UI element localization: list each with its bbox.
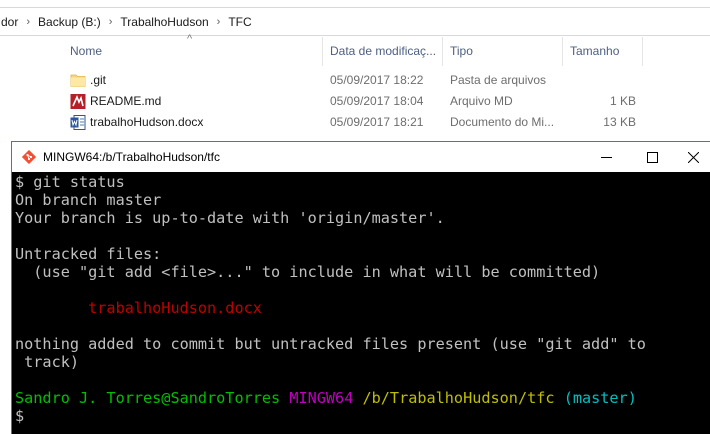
console-line-nothing-added: nothing added to commit but untracked fi…: [15, 335, 646, 353]
terminal-console[interactable]: $ git status On branch master Your branc…: [12, 172, 710, 434]
breadcrumb-item[interactable]: TFC: [225, 15, 254, 29]
window-title: MINGW64:/b/TrabalhoHudson/tfc: [43, 150, 220, 164]
column-divider[interactable]: [322, 37, 323, 66]
column-headers: ^ Nome Data de modificaç... Tipo Tamanho: [0, 33, 710, 66]
column-header-name[interactable]: Nome: [70, 37, 102, 66]
console-line-nothing-added-cont: track): [15, 353, 80, 371]
maximize-icon: [646, 151, 658, 163]
column-divider[interactable]: [642, 37, 643, 66]
file-name: README.md: [90, 94, 162, 108]
file-date: 05/09/2017 18:04: [330, 94, 424, 108]
file-type: Documento do Mi...: [450, 115, 555, 129]
console-line-command: $ git status: [15, 173, 125, 191]
close-button[interactable]: [675, 142, 710, 172]
file-size: 13 KB: [603, 115, 636, 129]
word-document-icon: [70, 115, 86, 130]
column-header-type[interactable]: Tipo: [450, 37, 473, 66]
file-row-docx[interactable]: trabalhoHudson.docx 05/09/2017 18:21 Doc…: [0, 112, 710, 133]
chevron-right-icon[interactable]: ›: [212, 16, 226, 28]
prompt-path: /b/TrabalhoHudson/tfc: [362, 389, 555, 407]
console-line-untracked-hint: (use "git add <file>..." to include in w…: [15, 263, 601, 281]
column-header-size[interactable]: Tamanho: [570, 37, 619, 66]
prompt-environment: MINGW64: [289, 389, 354, 407]
console-line-untracked-header: Untracked files:: [15, 245, 162, 263]
chevron-right-icon[interactable]: ›: [104, 16, 118, 28]
breadcrumb-item[interactable]: dor: [0, 15, 21, 29]
sort-ascending-icon: ^: [187, 33, 193, 45]
column-header-date[interactable]: Data de modificaç...: [330, 37, 436, 66]
maximize-button[interactable]: [629, 142, 675, 172]
md-file-icon: [70, 94, 86, 109]
address-bar[interactable]: dor › Backup (B:) › TrabalhoHudson › TFC: [0, 7, 710, 36]
file-row-readme[interactable]: README.md 05/09/2017 18:04 Arquivo MD 1 …: [0, 91, 710, 112]
prompt-symbol: $: [15, 407, 25, 425]
console-line-untracked-file: trabalhoHudson.docx: [15, 299, 262, 317]
column-divider[interactable]: [562, 37, 563, 66]
file-name: trabalhoHudson.docx: [90, 115, 204, 129]
file-date: 05/09/2017 18:22: [330, 73, 424, 87]
console-line-uptodate: Your branch is up-to-date with 'origin/m…: [15, 209, 445, 227]
folder-icon: [70, 74, 86, 87]
file-type: Arquivo MD: [450, 94, 513, 108]
git-bash-window[interactable]: MINGW64:/b/TrabalhoHudson/tfc $ git stat…: [11, 141, 710, 434]
console-line-branch: On branch master: [15, 191, 162, 209]
breadcrumb-item[interactable]: TrabalhoHudson: [117, 15, 211, 29]
file-size: 1 KB: [609, 94, 636, 108]
column-divider[interactable]: [442, 37, 443, 66]
console-prompt: Sandro J. Torres@SandroTorres MINGW64 /b…: [15, 389, 637, 407]
file-type: Pasta de arquivos: [450, 73, 547, 87]
file-name: .git: [90, 73, 107, 87]
file-row-git[interactable]: .git 05/09/2017 18:22 Pasta de arquivos: [0, 70, 710, 91]
breadcrumb-item[interactable]: Backup (B:): [35, 15, 104, 29]
chevron-right-icon[interactable]: ›: [21, 16, 35, 28]
title-bar[interactable]: MINGW64:/b/TrabalhoHudson/tfc: [12, 142, 710, 172]
git-logo-icon: [22, 150, 36, 164]
prompt-user-host: Sandro J. Torres@SandroTorres: [15, 389, 281, 407]
prompt-branch: (master): [563, 389, 637, 407]
minimize-button[interactable]: [583, 142, 629, 172]
console-input-line[interactable]: $: [15, 407, 24, 425]
close-icon: [687, 151, 699, 163]
file-date: 05/09/2017 18:21: [330, 115, 424, 129]
minimize-icon: [600, 156, 612, 158]
